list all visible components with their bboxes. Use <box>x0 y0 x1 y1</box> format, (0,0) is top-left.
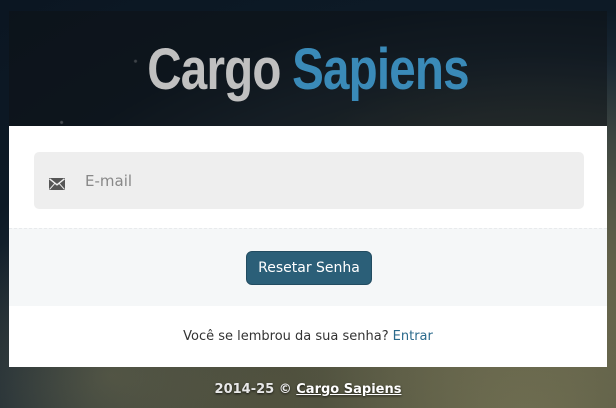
brand-logo: Cargo Sapiens <box>147 36 469 103</box>
page-footer: 2014-25 © Cargo Sapiens <box>0 382 616 397</box>
card-actions: Resetar Senha <box>9 228 607 306</box>
card-body <box>9 126 607 228</box>
reset-password-card: CargoSapiens Resetar Senha Você se lembr… <box>9 11 607 367</box>
card-footer: Você se lembrou da sua senha? Entrar <box>9 306 607 367</box>
brand-footer-link[interactable]: Cargo Sapiens <box>296 382 401 397</box>
email-input[interactable] <box>85 160 555 201</box>
reset-password-button[interactable]: Resetar Senha <box>246 251 372 285</box>
copyright-text: 2014-25 © <box>214 382 292 397</box>
brand-logo-part1: Cargo <box>147 37 281 102</box>
envelope-icon <box>49 175 65 190</box>
email-field[interactable] <box>34 152 584 209</box>
card-header: Cargo Sapiens <box>9 11 607 126</box>
brand-logo-part2: Sapiens <box>292 37 469 102</box>
login-link[interactable]: Entrar <box>393 329 433 344</box>
remember-password-text: Você se lembrou da sua senha? <box>183 329 389 344</box>
